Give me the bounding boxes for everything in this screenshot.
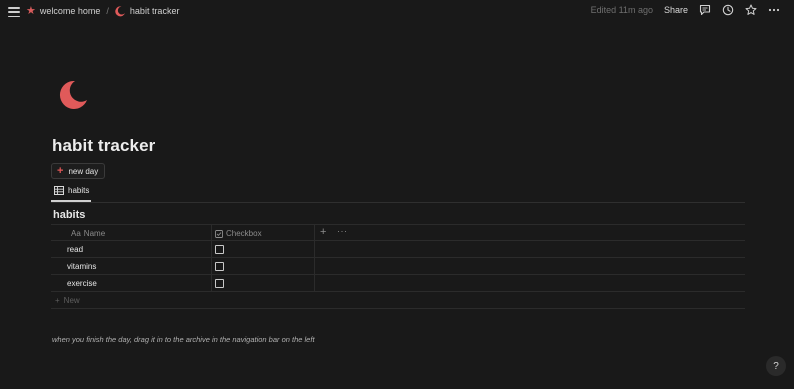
tab-label: habits — [68, 186, 90, 195]
new-row-button[interactable]: + New — [51, 292, 745, 309]
column-label: Checkbox — [226, 229, 262, 238]
text-type-icon: Aa — [71, 229, 81, 238]
table-icon — [54, 186, 64, 195]
row-checkbox[interactable] — [215, 245, 224, 254]
breadcrumb-label: welcome home — [39, 6, 101, 16]
page-title[interactable]: habit tracker — [52, 136, 155, 156]
row-name[interactable]: exercise — [67, 279, 97, 288]
share-button[interactable]: Share — [664, 5, 688, 15]
row-name[interactable]: read — [67, 245, 83, 254]
database-title[interactable]: habits — [53, 209, 85, 221]
row-name[interactable]: vitamins — [67, 262, 96, 271]
table-row[interactable]: exercise — [51, 275, 745, 292]
new-day-button[interactable]: + new day — [51, 163, 106, 179]
breadcrumb-habit-tracker[interactable]: habit tracker — [114, 5, 180, 17]
instruction-note: when you finish the day, drag it in to t… — [52, 335, 315, 344]
column-divider — [211, 225, 212, 240]
help-button[interactable]: ? — [766, 356, 786, 376]
tab-habits[interactable]: habits — [54, 186, 89, 195]
new-day-label: new day — [68, 166, 99, 176]
column-header-name[interactable]: Aa Name — [71, 229, 105, 238]
plus-icon: + — [55, 296, 60, 305]
edited-timestamp: Edited 11m ago — [590, 5, 653, 15]
column-divider — [211, 258, 212, 274]
habits-table: Aa Name Checkbox + ··· read vitamins exe… — [51, 224, 745, 309]
table-header: Aa Name Checkbox + ··· — [51, 224, 745, 241]
moon-icon — [115, 6, 125, 17]
row-checkbox[interactable] — [215, 262, 224, 271]
column-divider — [211, 275, 212, 291]
breadcrumb: ★ welcome home / habit tracker — [26, 5, 179, 17]
column-divider — [314, 275, 315, 291]
more-options-button[interactable]: ··· — [337, 226, 348, 236]
crescent-moon-icon[interactable] — [56, 78, 90, 112]
new-row-label: New — [63, 296, 80, 305]
favorite-star-icon[interactable] — [745, 4, 757, 16]
top-bar: ★ welcome home / habit tracker Edited 11… — [0, 0, 794, 24]
breadcrumb-separator: / — [106, 6, 109, 16]
add-column-button[interactable]: + — [320, 226, 326, 238]
more-icon[interactable] — [768, 4, 780, 16]
column-header-checkbox[interactable]: Checkbox — [215, 229, 262, 238]
table-row[interactable]: vitamins — [51, 258, 745, 275]
column-divider — [314, 225, 315, 240]
table-row[interactable]: read — [51, 241, 745, 258]
column-divider — [211, 241, 212, 257]
column-divider — [314, 241, 315, 257]
breadcrumb-label: habit tracker — [129, 6, 180, 16]
breadcrumb-welcome-home[interactable]: ★ welcome home — [26, 4, 101, 17]
star-icon: ★ — [26, 4, 36, 17]
column-divider — [314, 258, 315, 274]
comment-icon[interactable] — [699, 4, 711, 16]
row-checkbox[interactable] — [215, 279, 224, 288]
history-icon[interactable] — [722, 4, 734, 16]
checkbox-icon — [215, 229, 223, 238]
divider — [51, 202, 745, 203]
menu-icon[interactable] — [8, 6, 20, 18]
plus-icon: + — [57, 165, 64, 177]
column-label: Name — [83, 229, 106, 238]
